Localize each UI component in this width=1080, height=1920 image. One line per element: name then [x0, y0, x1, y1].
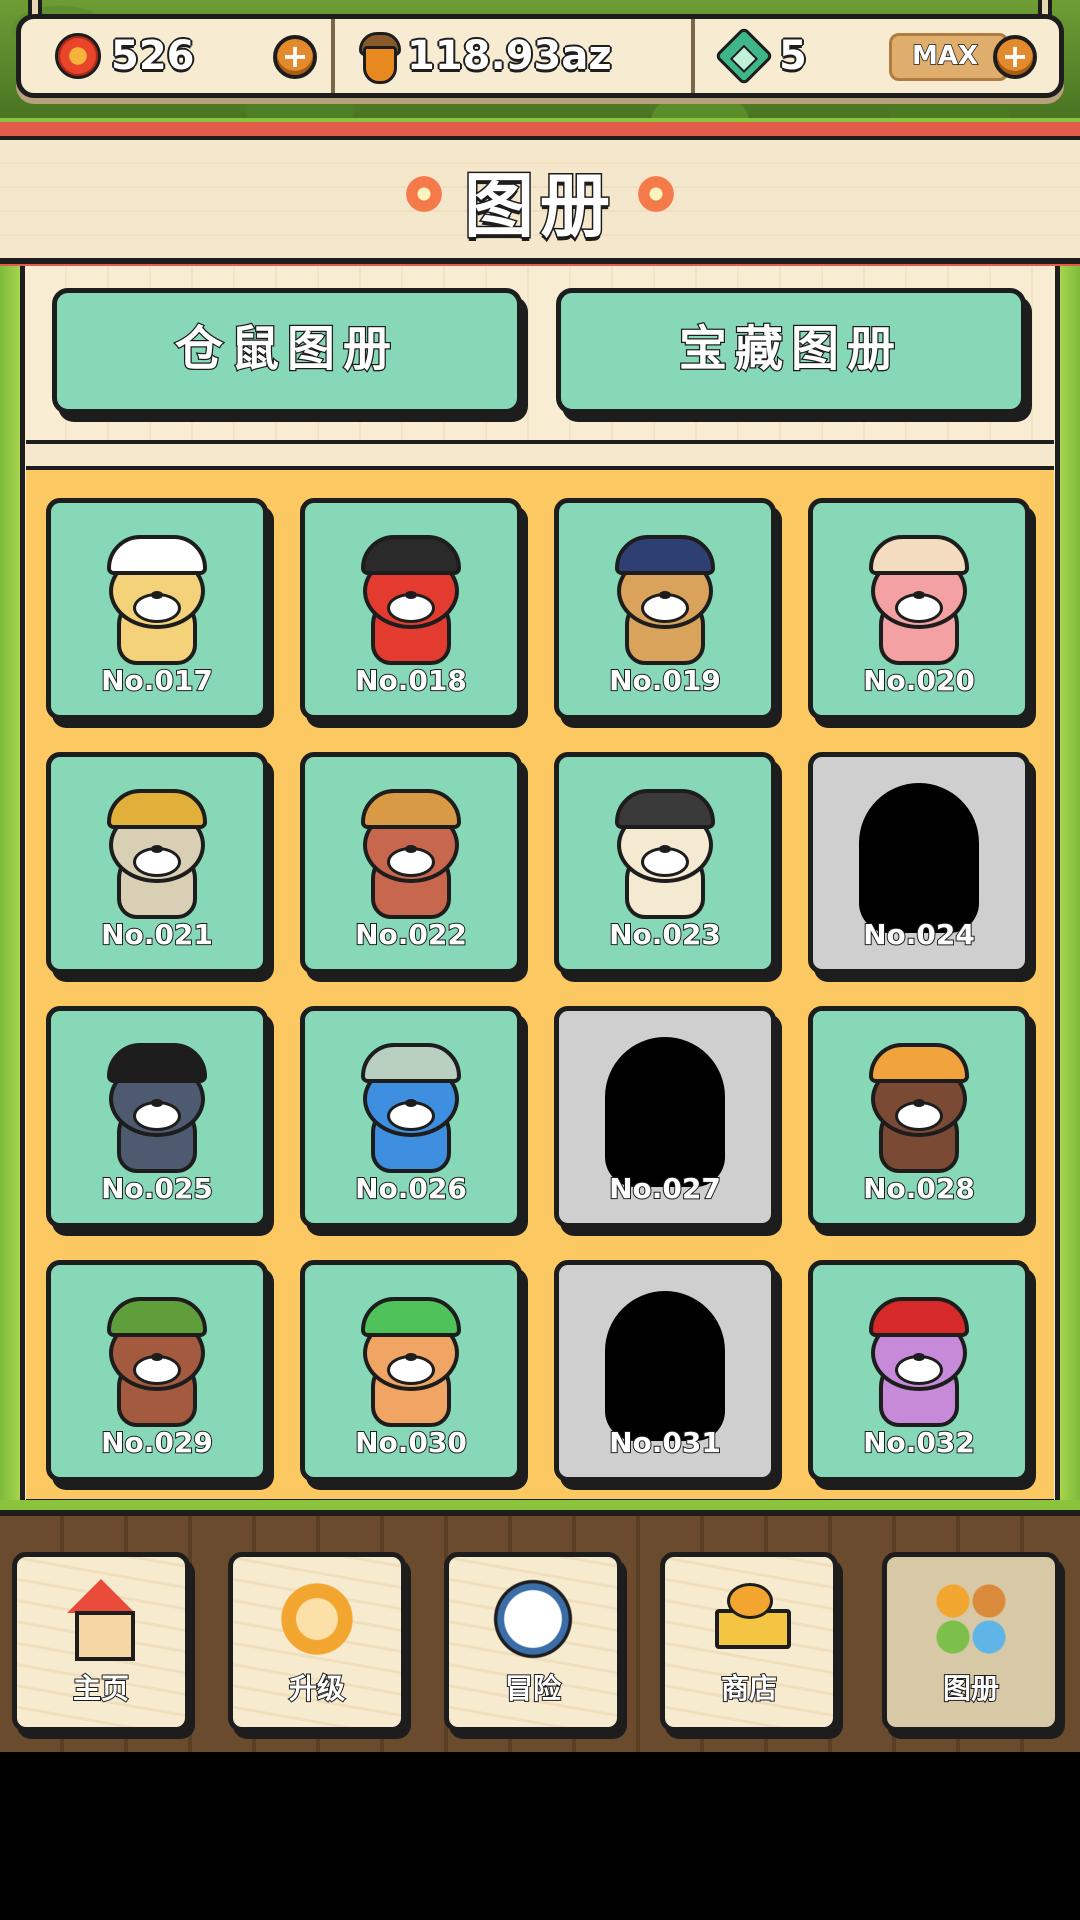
home-icon	[61, 1579, 141, 1661]
nav-label: 图册	[942, 1671, 1000, 1706]
gem-currency: 5 MAX +	[691, 19, 1059, 93]
flower-icon	[55, 33, 101, 79]
collection-card[interactable]: No.030	[300, 1260, 522, 1482]
add-gems-button[interactable]: +	[993, 35, 1037, 79]
locked-silhouette	[605, 1291, 725, 1441]
collection-card[interactable]: No.029	[46, 1260, 268, 1482]
nav-adventure[interactable]: 冒险	[444, 1552, 622, 1732]
collection-card[interactable]: No.026	[300, 1006, 522, 1228]
nav-album[interactable]: 图册	[882, 1552, 1060, 1732]
card-number: No.023	[608, 917, 722, 952]
hamster-character	[351, 1297, 471, 1437]
card-number: No.020	[862, 663, 976, 698]
nav-upgrade[interactable]: 升级	[228, 1552, 406, 1732]
card-number: No.028	[862, 1171, 976, 1206]
acorn-icon	[357, 32, 401, 84]
nav-home[interactable]: 主页	[12, 1552, 190, 1732]
locked-collection-card[interactable]: No.027	[554, 1006, 776, 1228]
acorn-currency: 118.93az	[331, 19, 691, 93]
acorn-count: 118.93az	[406, 32, 613, 80]
collection-card[interactable]: No.028	[808, 1006, 1030, 1228]
collection-card[interactable]: No.019	[554, 498, 776, 720]
card-number: No.018	[354, 663, 468, 698]
gem-icon	[714, 26, 774, 86]
hamster-character	[605, 535, 725, 675]
system-bar-area	[0, 1752, 1080, 1920]
locked-silhouette	[859, 783, 979, 933]
card-number: No.022	[354, 917, 468, 952]
card-number: No.021	[100, 917, 214, 952]
collection-card[interactable]: No.022	[300, 752, 522, 974]
locked-collection-card[interactable]: No.031	[554, 1260, 776, 1482]
collection-card[interactable]: No.017	[46, 498, 268, 720]
collection-card[interactable]: No.020	[808, 498, 1030, 720]
card-number: No.024	[862, 917, 976, 952]
card-number: No.025	[100, 1171, 214, 1206]
hamster-character	[97, 535, 217, 675]
hamster-character	[97, 1297, 217, 1437]
hamster-character	[97, 789, 217, 929]
collection-card[interactable]: No.021	[46, 752, 268, 974]
hamster-character	[859, 1297, 979, 1437]
card-number: No.029	[100, 1425, 214, 1460]
nav-shop[interactable]: 商店	[660, 1552, 838, 1732]
locked-silhouette	[605, 1037, 725, 1187]
card-number: No.032	[862, 1425, 976, 1460]
hamster-character	[351, 1043, 471, 1183]
hamster-character	[859, 535, 979, 675]
flower-currency: 526 +	[21, 19, 331, 93]
lion-icon	[277, 1579, 357, 1659]
hamster-character	[859, 1043, 979, 1183]
locked-collection-card[interactable]: No.024	[808, 752, 1030, 974]
hamster-character	[605, 789, 725, 929]
add-flowers-button[interactable]: +	[273, 35, 317, 79]
page-title: 图册	[463, 164, 616, 249]
collection-card[interactable]: No.023	[554, 752, 776, 974]
nav-label: 冒险	[504, 1671, 562, 1706]
card-number: No.017	[100, 663, 214, 698]
game-screen: 526 + 118.93az 5 MAX + 图册 仓鼠图册 宝藏图册 No.0…	[0, 0, 1080, 1920]
nav-label: 商店	[720, 1671, 778, 1706]
collection-card[interactable]: No.018	[300, 498, 522, 720]
card-number: No.026	[354, 1171, 468, 1206]
collection-card[interactable]: No.025	[46, 1006, 268, 1228]
hamster-character	[97, 1043, 217, 1183]
nav-label: 升级	[288, 1671, 346, 1706]
gem-count: 5	[778, 32, 808, 80]
collection-grid: No.017 No.018 No.019 No.020 No.021 No.022 No.0…	[46, 498, 1030, 1482]
card-number: No.030	[354, 1425, 468, 1460]
shop-cart-icon	[709, 1579, 791, 1659]
divider-plank	[26, 440, 1054, 470]
card-number: No.019	[608, 663, 722, 698]
tab-hamster-album[interactable]: 仓鼠图册	[52, 288, 522, 414]
album-icon	[931, 1579, 1011, 1659]
side-grass-left	[0, 266, 20, 1506]
collection-card[interactable]: No.032	[808, 1260, 1030, 1482]
hamster-character	[351, 789, 471, 929]
max-button[interactable]: MAX	[889, 33, 1009, 81]
compass-icon	[493, 1579, 573, 1659]
tab-treasure-album[interactable]: 宝藏图册	[556, 288, 1026, 414]
flower-count: 526	[110, 32, 195, 80]
collection-scroll-area[interactable]: No.017 No.018 No.019 No.020 No.021 No.022 No.0…	[26, 470, 1054, 1504]
card-number: No.027	[608, 1171, 722, 1206]
resource-bar: 526 + 118.93az 5 MAX +	[16, 14, 1064, 98]
nav-label: 主页	[72, 1671, 130, 1706]
side-grass-right	[1060, 266, 1080, 1506]
card-number: No.031	[608, 1425, 722, 1460]
hamster-character	[351, 535, 471, 675]
